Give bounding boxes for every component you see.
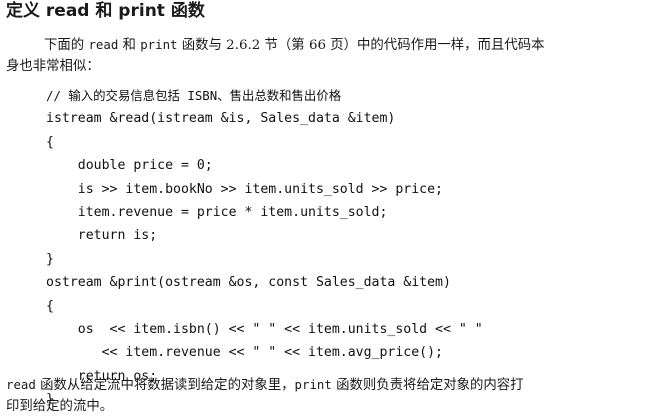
code-term-print: print xyxy=(140,37,178,52)
summary-text-3: 印到给定的流中。 xyxy=(6,399,114,414)
code-line: { xyxy=(46,298,54,314)
code-line: << item.revenue << " " << item.avg_price… xyxy=(46,345,443,361)
code-line: return is; xyxy=(46,228,158,244)
summary-paragraph-line-2: 印到给定的流中。 xyxy=(6,396,113,418)
code-line: item.revenue = price * item.units_sold; xyxy=(46,204,388,220)
code-line: } xyxy=(46,251,54,267)
code-term-print: print xyxy=(294,377,332,392)
code-line: { xyxy=(46,134,54,150)
code-line: // 输入的交易信息包括 ISBN、售出总数和售出价格 xyxy=(46,88,342,103)
code-line: is >> item.bookNo >> item.units_sold >> … xyxy=(46,181,443,197)
code-term-read: read xyxy=(88,37,119,52)
code-line: istream &read(istream &is, Sales_data &i… xyxy=(46,111,396,127)
summary-text-1: 函数从给定流中将数据读到给定的对象里， xyxy=(35,378,295,393)
intro-text-1: 下面的 xyxy=(44,38,89,53)
summary-paragraph-line-1: read 函数从给定流中将数据读到给定的对象里，print 函数则负责将给定对象… xyxy=(6,374,524,397)
code-line: ostream &print(ostream &os, const Sales_… xyxy=(46,275,451,291)
code-listing: // 输入的交易信息包括 ISBN、售出总数和售出价格 istream &read… xyxy=(46,84,483,411)
code-line: os << item.isbn() << " " << item.units_s… xyxy=(46,321,483,337)
intro-paragraph-line-1: 下面的 read 和 print 函数与 2.6.2 节（第 66 页）中的代码… xyxy=(44,34,545,57)
summary-text-2: 函数则负责将给定对象的内容打 xyxy=(331,378,524,393)
intro-text-4: 身也非常相似： xyxy=(6,59,100,74)
code-term-read: read xyxy=(6,377,36,392)
intro-paragraph-line-2: 身也非常相似： xyxy=(6,56,100,78)
intro-text-2: 和 xyxy=(118,38,141,53)
intro-text-3: 函数与 2.6.2 节（第 66 页）中的代码作用一样，而且代码本 xyxy=(177,38,545,53)
section-heading: 定义 read 和 print 函数 xyxy=(6,1,205,21)
code-line: double price = 0; xyxy=(46,158,213,174)
